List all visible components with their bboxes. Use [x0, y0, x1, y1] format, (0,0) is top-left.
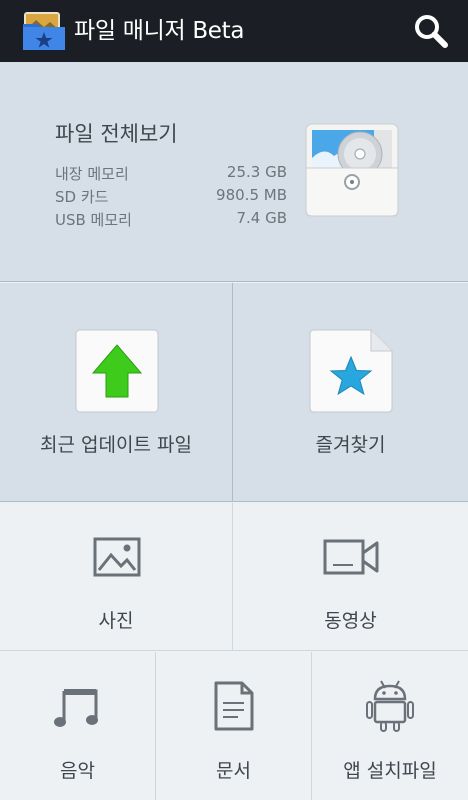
storage-row-internal: 내장 메모리 25.3 GB: [55, 163, 287, 185]
image-icon: [93, 537, 141, 577]
android-icon: [366, 680, 414, 732]
storage-value: 7.4 GB: [236, 209, 287, 227]
storage-label: USB 메모리: [55, 211, 132, 229]
app-bar: 파일 매니저 Beta: [0, 0, 468, 62]
video-camera-icon: [323, 539, 379, 575]
star-folder-icon: [309, 329, 393, 413]
documents-label: 문서: [216, 760, 251, 782]
video-label: 동영상: [324, 610, 377, 632]
storage-row-usb: USB 메모리 7.4 GB: [55, 209, 287, 231]
app-title: 파일 매니저 Beta: [74, 18, 245, 44]
video-tile[interactable]: 동영상: [233, 503, 468, 651]
storage-value: 25.3 GB: [226, 163, 287, 181]
document-icon: [214, 681, 254, 731]
photo-label: 사진: [98, 610, 134, 632]
app-installer-tile[interactable]: 앱 설치파일: [312, 652, 468, 800]
search-icon: [415, 15, 448, 48]
storage-value: 980.5 MB: [216, 186, 287, 204]
documents-tile[interactable]: 문서: [156, 652, 312, 800]
app-folder-star-icon: [23, 12, 65, 50]
all-files-title: 파일 전체보기: [55, 122, 178, 146]
recent-files-label: 최근 업데이트 파일: [40, 434, 192, 456]
music-tile[interactable]: 음악: [0, 652, 156, 800]
favorites-tile[interactable]: 즐겨찾기: [233, 283, 468, 502]
recent-files-tile[interactable]: 최근 업데이트 파일: [0, 283, 233, 502]
storage-label: SD 카드: [55, 188, 109, 206]
all-files-panel[interactable]: 파일 전체보기 내장 메모리 25.3 GB SD 카드 980.5 MB US…: [0, 62, 468, 282]
storage-label: 내장 메모리: [55, 165, 129, 183]
search-button[interactable]: [410, 10, 452, 52]
music-note-icon: [54, 689, 98, 727]
app-installer-label: 앱 설치파일: [343, 760, 437, 782]
music-label: 음악: [60, 760, 95, 782]
favorites-label: 즐겨찾기: [315, 434, 386, 456]
upload-arrow-icon: [75, 329, 159, 413]
storage-row-sd: SD 카드 980.5 MB: [55, 186, 287, 208]
disc-folder-icon: [305, 123, 399, 217]
photo-tile[interactable]: 사진: [0, 503, 233, 651]
